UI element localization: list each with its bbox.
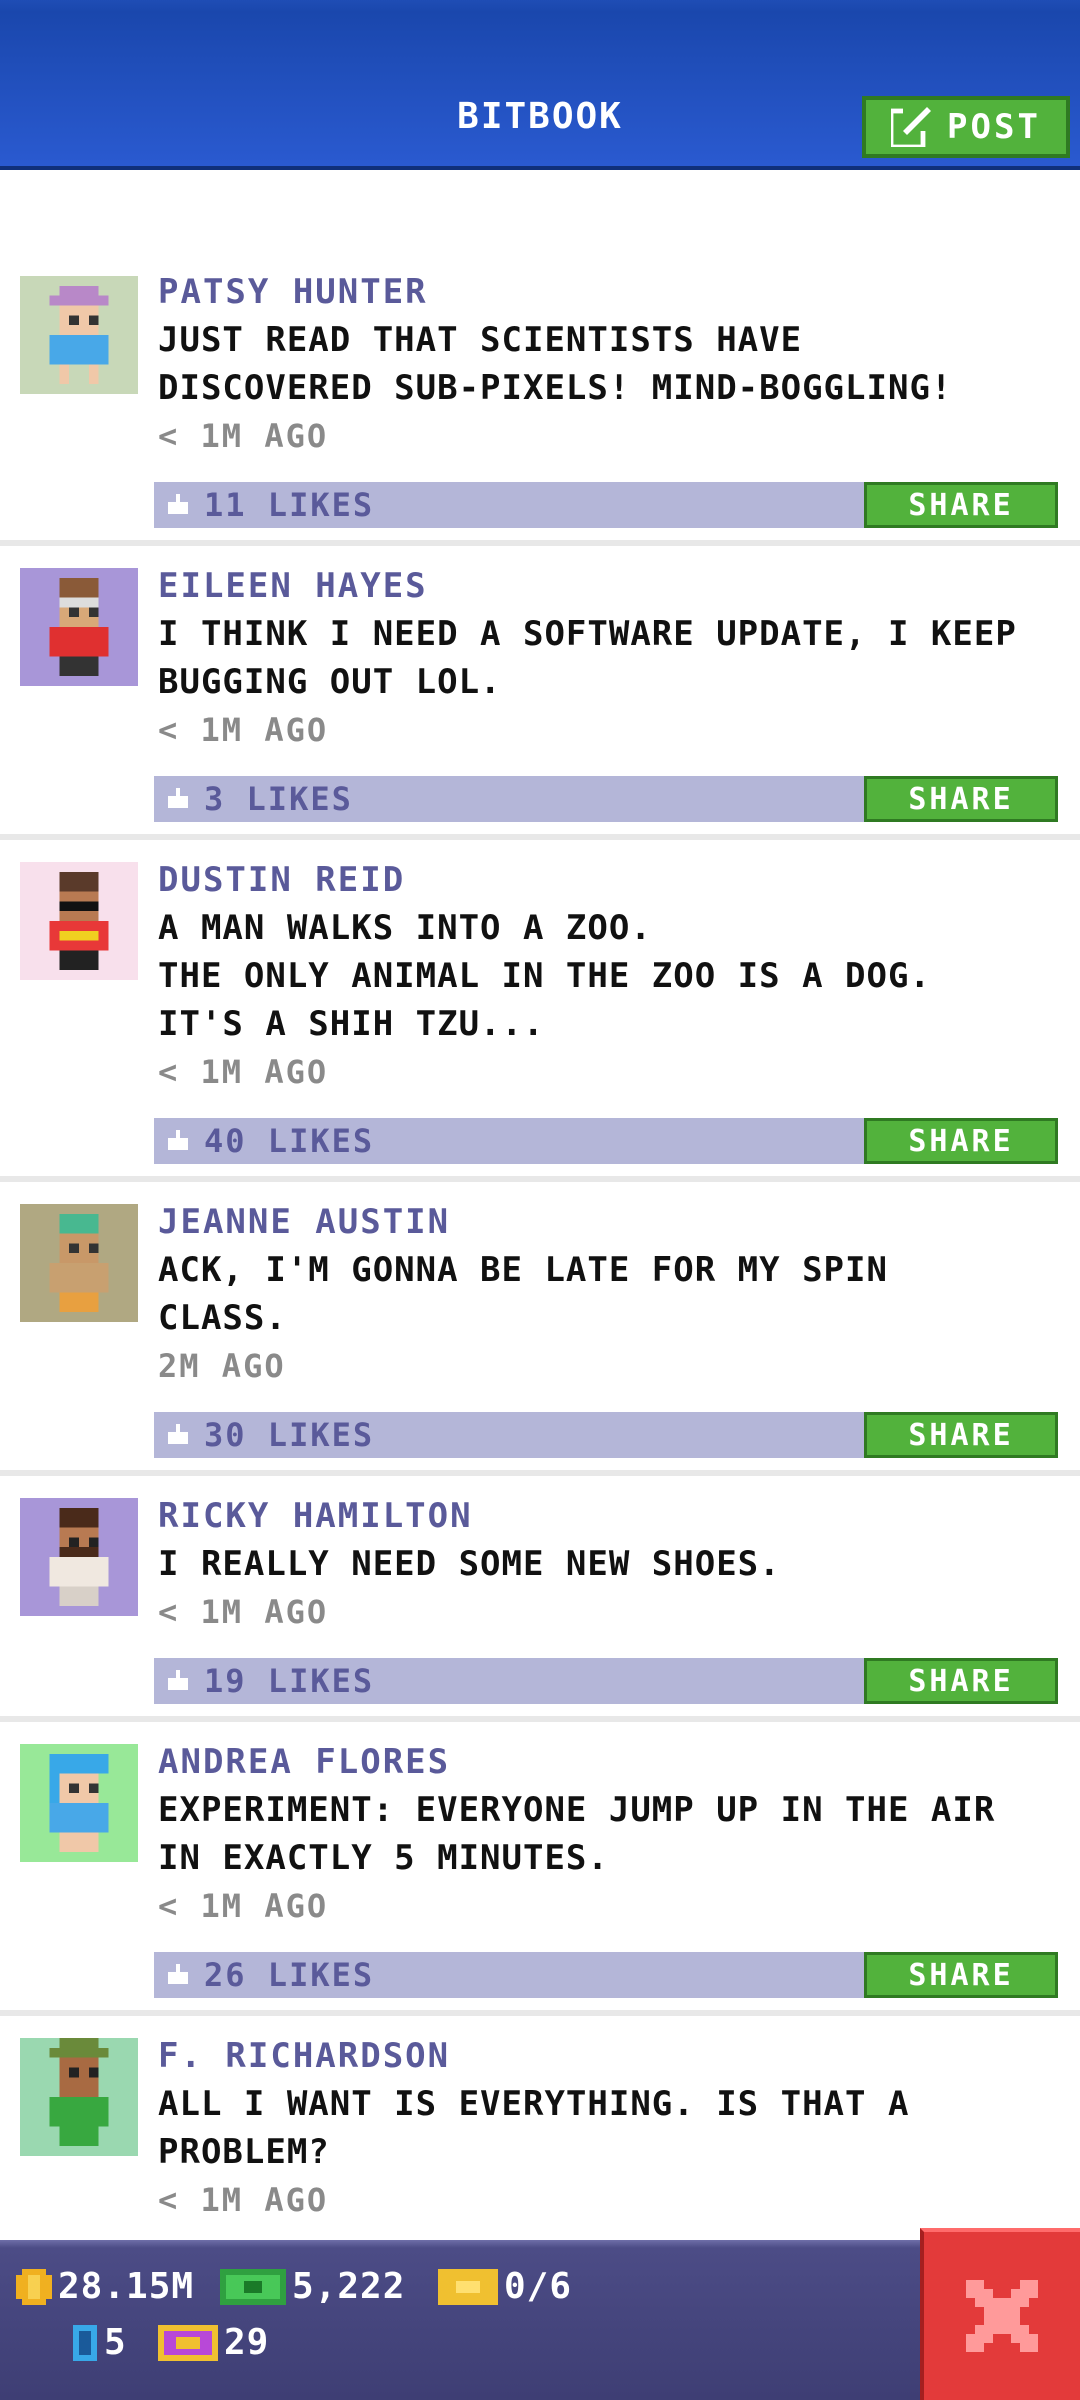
post-text: I REALLY NEED SOME NEW SHOES. xyxy=(158,1544,781,1584)
feed-post: JEANNE AUSTIN ACK, I'M GONNA BE LATE FOR… xyxy=(0,1182,1080,1476)
share-button[interactable]: SHARE xyxy=(864,1118,1058,1164)
post-time: < 1M AGO xyxy=(158,1053,329,1091)
post-author[interactable]: ANDREA FLORES xyxy=(158,1740,1080,1784)
like-bar[interactable]: 40 LIKES SHARE xyxy=(154,1118,1058,1164)
feed-post: DUSTIN REID A MAN WALKS INTO A ZOO. THE … xyxy=(0,840,1080,1182)
share-button[interactable]: SHARE xyxy=(864,776,1058,822)
feed-post: RICKY HAMILTON I REALLY NEED SOME NEW SH… xyxy=(0,1476,1080,1722)
coins-stat: 28.15M xyxy=(16,2266,194,2307)
top-bar: BITBOOK POST xyxy=(0,0,1080,170)
vip-stat: 29 xyxy=(158,2322,269,2363)
post-button[interactable]: POST xyxy=(862,96,1070,158)
feed-post: F. RICHARDSON ALL I WANT IS EVERYTHING. … xyxy=(0,2016,1080,2256)
like-bar[interactable]: 26 LIKES SHARE xyxy=(154,1952,1058,1998)
post-text: ALL I WANT IS EVERYTHING. IS THAT A PROB… xyxy=(158,2084,910,2172)
share-button[interactable]: SHARE xyxy=(864,482,1058,528)
elevator-icon xyxy=(73,2324,97,2361)
post-author[interactable]: EILEEN HAYES xyxy=(158,564,1080,608)
share-button[interactable]: SHARE xyxy=(864,1952,1058,1998)
like-bar[interactable]: 19 LIKES SHARE xyxy=(154,1658,1058,1704)
bux-value: 5,222 xyxy=(292,2266,406,2307)
avatar xyxy=(20,1498,138,1616)
post-text: ACK, I'M GONNA BE LATE FOR MY SPIN CLASS… xyxy=(158,1250,888,1338)
post-button-label: POST xyxy=(947,107,1041,147)
post-author[interactable]: JEANNE AUSTIN xyxy=(158,1200,1080,1244)
avatar xyxy=(20,862,138,980)
close-icon xyxy=(966,2280,1038,2352)
like-bar[interactable]: 3 LIKES SHARE xyxy=(154,776,1058,822)
close-button[interactable] xyxy=(920,2228,1080,2400)
share-button[interactable]: SHARE xyxy=(864,1658,1058,1704)
vip-value: 29 xyxy=(224,2322,270,2363)
thumbs-up-icon xyxy=(168,1964,188,1984)
tickets-value: 0/6 xyxy=(504,2266,573,2307)
avatar xyxy=(20,276,138,394)
like-count: 26 LIKES xyxy=(204,1956,375,1994)
post-author[interactable]: PATSY HUNTER xyxy=(158,270,1080,314)
avatar xyxy=(20,1204,138,1322)
thumbs-up-icon xyxy=(168,1130,188,1150)
avatar xyxy=(20,2038,138,2156)
feed-post: PATSY HUNTER JUST READ THAT SCIENTISTS H… xyxy=(0,270,1080,546)
avatar xyxy=(20,1744,138,1862)
bux-stat: 5,222 xyxy=(220,2266,405,2307)
like-bar[interactable]: 30 LIKES SHARE xyxy=(154,1412,1058,1458)
post-time: < 1M AGO xyxy=(158,711,329,749)
post-author[interactable]: F. RICHARDSON xyxy=(158,2034,1080,2078)
post-text: A MAN WALKS INTO A ZOO. THE ONLY ANIMAL … xyxy=(158,908,931,1044)
post-text: EXPERIMENT: EVERYONE JUMP UP IN THE AIR … xyxy=(158,1790,996,1878)
thumbs-up-icon xyxy=(168,788,188,808)
like-count: 11 LIKES xyxy=(204,486,375,524)
compose-icon xyxy=(891,107,932,147)
elevators-stat: 5 xyxy=(72,2322,127,2363)
bux-icon xyxy=(220,2268,286,2305)
like-count: 40 LIKES xyxy=(204,1122,375,1160)
feed-post: EILEEN HAYES I THINK I NEED A SOFTWARE U… xyxy=(0,546,1080,840)
post-author[interactable]: DUSTIN REID xyxy=(158,858,1080,902)
post-time: < 1M AGO xyxy=(158,1887,329,1925)
coin-icon xyxy=(16,2268,52,2305)
feed-post: ANDREA FLORES EXPERIMENT: EVERYONE JUMP … xyxy=(0,1722,1080,2016)
avatar xyxy=(20,568,138,686)
status-bar: 28.15M 5,222 0/6 5 29 xyxy=(0,2240,1080,2400)
tickets-stat: 0/6 xyxy=(438,2266,572,2307)
post-time: 2M AGO xyxy=(158,1347,286,1385)
thumbs-up-icon xyxy=(168,1424,188,1444)
feed-list[interactable]: PATSY HUNTER JUST READ THAT SCIENTISTS H… xyxy=(0,270,1080,2256)
post-time: < 1M AGO xyxy=(158,2181,329,2219)
vip-icon xyxy=(158,2324,218,2361)
post-text: I THINK I NEED A SOFTWARE UPDATE, I KEEP… xyxy=(158,614,1017,702)
post-author[interactable]: RICKY HAMILTON xyxy=(158,1494,1080,1538)
post-time: < 1M AGO xyxy=(158,1593,329,1631)
like-count: 30 LIKES xyxy=(204,1416,375,1454)
thumbs-up-icon xyxy=(168,1670,188,1690)
like-count: 3 LIKES xyxy=(204,780,353,818)
like-bar[interactable]: 11 LIKES SHARE xyxy=(154,482,1058,528)
coins-value: 28.15M xyxy=(58,2266,195,2307)
thumbs-up-icon xyxy=(168,494,188,514)
ticket-icon xyxy=(438,2268,498,2305)
post-time: < 1M AGO xyxy=(158,417,329,455)
post-text: JUST READ THAT SCIENTISTS HAVE DISCOVERE… xyxy=(158,320,953,408)
like-count: 19 LIKES xyxy=(204,1662,375,1700)
share-button[interactable]: SHARE xyxy=(864,1412,1058,1458)
elevators-value: 5 xyxy=(104,2322,127,2363)
